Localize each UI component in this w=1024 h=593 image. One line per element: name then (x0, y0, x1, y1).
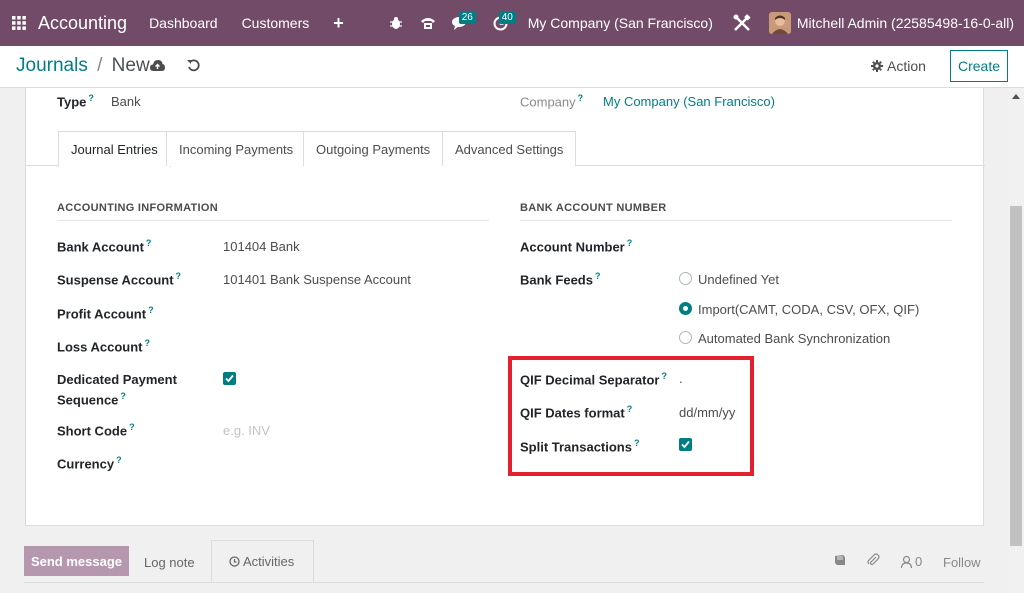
activities-button[interactable]: Activities (229, 554, 294, 569)
type-label: Type? (57, 93, 94, 110)
user-menu[interactable]: Mitchell Admin (22585498-16-0-all) (797, 15, 1014, 31)
chatter-divider (24, 582, 984, 583)
clock-icon[interactable]: 40 (484, 0, 528, 46)
profit-account-label: Profit Account? (57, 305, 154, 322)
user-icon (901, 555, 912, 568)
radio-automated-sync-label[interactable]: Automated Bank Synchronization (698, 331, 890, 346)
app-menu-icon[interactable] (0, 0, 38, 46)
tab-journal-entries[interactable]: Journal Entries (58, 131, 171, 167)
radio-undefined-yet[interactable] (679, 272, 692, 285)
bank-account-label: Bank Account? (57, 238, 152, 255)
breadcrumb-journals[interactable]: Journals (16, 55, 88, 76)
breadcrumb-current: New (111, 55, 150, 76)
type-value[interactable]: Bank (111, 94, 141, 109)
company-value[interactable]: My Company (San Francisco) (603, 94, 775, 109)
bank-feeds-label: Bank Feeds? (520, 271, 601, 288)
breadcrumb-separator: / (97, 55, 103, 76)
scroll-up-arrow-icon[interactable] (1012, 94, 1020, 99)
gear-icon (871, 60, 883, 72)
top-navbar: Accounting Dashboard Customers + 26 40 M… (0, 0, 1024, 46)
paperclip-icon[interactable] (866, 553, 880, 570)
nav-customers[interactable]: Customers (242, 15, 310, 31)
radio-undefined-yet-label[interactable]: Undefined Yet (698, 272, 779, 287)
bank-account-value[interactable]: 101404 Bank (223, 239, 300, 254)
followers-button[interactable]: 0 (901, 554, 922, 569)
company-switcher[interactable]: My Company (San Francisco) (528, 15, 713, 31)
radio-import-label[interactable]: Import(CAMT, CODA, CSV, OFX, QIF) (698, 302, 919, 317)
user-avatar[interactable] (768, 12, 791, 34)
loss-account-label: Loss Account? (57, 338, 150, 355)
currency-label: Currency? (57, 455, 122, 472)
company-label: Company? (520, 93, 584, 110)
tab-incoming-payments[interactable]: Incoming Payments (166, 131, 307, 166)
accounting-information-title: ACCOUNTING INFORMATION (57, 202, 489, 221)
action-label: Action (887, 58, 926, 74)
suspense-account-label: Suspense Account? (57, 271, 182, 288)
clock-icon (229, 556, 240, 567)
tab-advanced-settings[interactable]: Advanced Settings (442, 131, 577, 166)
radio-automated-sync[interactable] (679, 331, 692, 344)
dedicated-payment-checkbox[interactable] (223, 372, 236, 385)
tab-outgoing-payments[interactable]: Outgoing Payments (303, 131, 444, 166)
tools-icon[interactable] (731, 0, 753, 46)
attachment-book-icon[interactable] (834, 554, 846, 569)
send-message-button[interactable]: Send message (24, 546, 129, 576)
discard-undo-icon[interactable] (187, 59, 200, 75)
short-code-input[interactable]: e.g. INV (223, 423, 270, 438)
nav-dashboard[interactable]: Dashboard (149, 15, 218, 31)
log-note-button[interactable]: Log note (144, 555, 195, 570)
bug-icon[interactable] (380, 0, 412, 46)
dedicated-payment-label-line2: Sequence? (57, 391, 126, 408)
phone-icon[interactable] (412, 0, 444, 46)
chatter: Send message Log note Activities 0 Follo… (0, 538, 1008, 593)
breadcrumb: Journals / New (16, 55, 150, 77)
app-brand[interactable]: Accounting (38, 13, 127, 34)
highlight-box (508, 356, 754, 476)
bank-account-number-title: BANK ACCOUNT NUMBER (520, 202, 952, 221)
account-number-label: Account Number? (520, 238, 633, 255)
dedicated-payment-label: Dedicated Payment (57, 372, 177, 387)
plus-icon[interactable]: + (333, 13, 344, 34)
short-code-label: Short Code? (57, 422, 135, 439)
suspense-account-value[interactable]: 101401 Bank Suspense Account (223, 272, 411, 287)
save-cloud-icon[interactable] (150, 59, 165, 75)
follow-button[interactable]: Follow (943, 555, 981, 570)
activity-count-badge: 40 (498, 11, 516, 24)
followers-count: 0 (915, 554, 923, 569)
create-button[interactable]: Create (950, 50, 1008, 82)
chat-icon[interactable]: 26 (444, 0, 484, 46)
action-button[interactable]: Action (871, 58, 926, 74)
control-panel: Journals / New Action Create (0, 46, 1024, 88)
notebook-tabs: Journal Entries Incoming Payments Outgoi… (26, 131, 985, 167)
scrollbar-thumb[interactable] (1010, 206, 1022, 546)
form-sheet: Type? Bank Company? My Company (San Fran… (25, 88, 985, 526)
radio-import[interactable] (679, 302, 692, 315)
chat-count-badge: 26 (458, 11, 476, 24)
